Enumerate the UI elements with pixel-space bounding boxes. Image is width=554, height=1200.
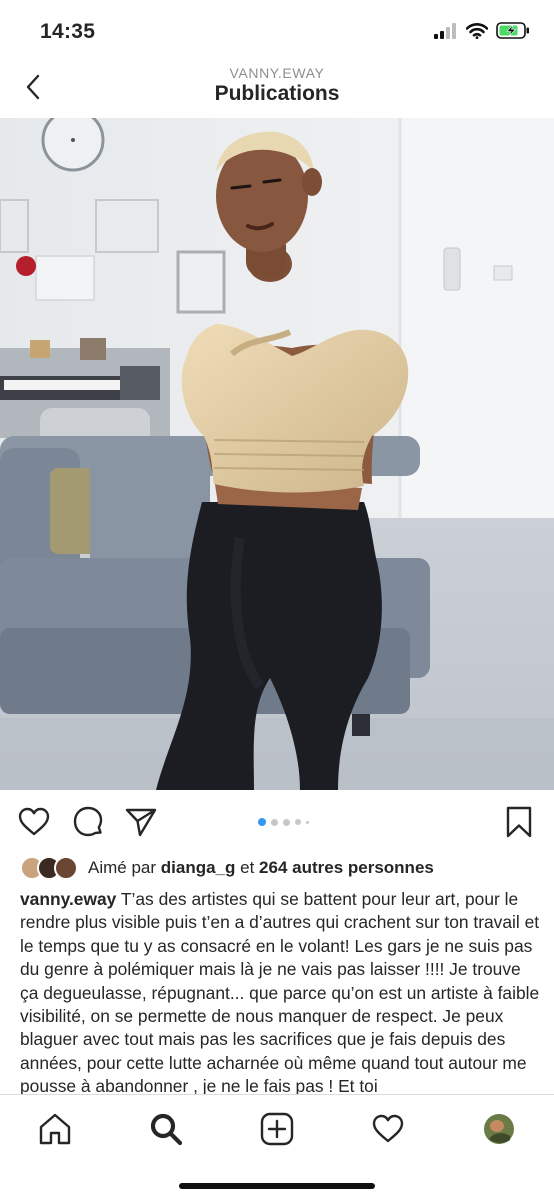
tab-new-post[interactable] — [257, 1109, 297, 1149]
wifi-icon — [466, 22, 488, 39]
status-icons — [434, 22, 530, 39]
status-time: 14:35 — [40, 20, 96, 43]
liker-avatars — [20, 855, 80, 881]
comment-icon — [73, 806, 103, 837]
new-post-icon — [260, 1112, 294, 1146]
tab-activity[interactable] — [368, 1109, 408, 1149]
battery-charging-icon — [496, 22, 529, 39]
bookmark-icon — [506, 806, 532, 838]
post-caption: vanny.eway T’as des artistes qui se batt… — [20, 888, 540, 1094]
send-icon — [125, 808, 157, 837]
carousel-dot — [306, 820, 309, 824]
post-action-bar — [0, 800, 554, 844]
bottom-tab-bar — [0, 1094, 554, 1200]
post-photo[interactable] — [0, 118, 554, 790]
likes-row[interactable]: Aimé par dianga_g et 264 autres personne… — [20, 854, 540, 882]
tab-search[interactable] — [146, 1109, 186, 1149]
save-button[interactable] — [501, 804, 537, 840]
carousel-indicator — [258, 818, 309, 826]
likes-others[interactable]: 264 autres personnes — [259, 858, 434, 877]
home-indicator — [179, 1183, 375, 1189]
caption-username[interactable]: vanny.eway — [20, 889, 116, 909]
carousel-dot — [295, 819, 301, 825]
likes-connector: et — [240, 858, 255, 877]
caption-text: T’as des artistes qui se battent pour le… — [20, 889, 540, 1094]
header-username[interactable]: VANNY.EWAY — [0, 65, 554, 81]
tab-home[interactable] — [35, 1109, 75, 1149]
heart-icon — [18, 807, 50, 836]
signal-icon — [434, 22, 456, 39]
avatar — [54, 856, 78, 880]
nav-header: VANNY.EWAY Publications — [0, 60, 554, 118]
comment-button[interactable] — [70, 804, 106, 840]
search-icon — [150, 1113, 183, 1146]
likes-text: Aimé par dianga_g et 264 autres personne… — [88, 858, 434, 878]
carousel-dot — [283, 818, 290, 826]
page-title: Publications — [214, 82, 340, 105]
tab-profile[interactable] — [479, 1109, 519, 1149]
status-bar: 14:35 — [0, 0, 554, 60]
share-button[interactable] — [123, 804, 159, 840]
carousel-dot — [271, 818, 278, 826]
like-button[interactable] — [16, 804, 52, 840]
liker-username[interactable]: dianga_g — [161, 858, 236, 877]
likes-prefix: Aimé par — [88, 858, 157, 877]
home-icon — [39, 1113, 71, 1145]
profile-avatar — [484, 1114, 514, 1144]
carousel-dot-active — [258, 818, 266, 826]
activity-icon — [372, 1114, 404, 1143]
post-image — [0, 118, 554, 790]
